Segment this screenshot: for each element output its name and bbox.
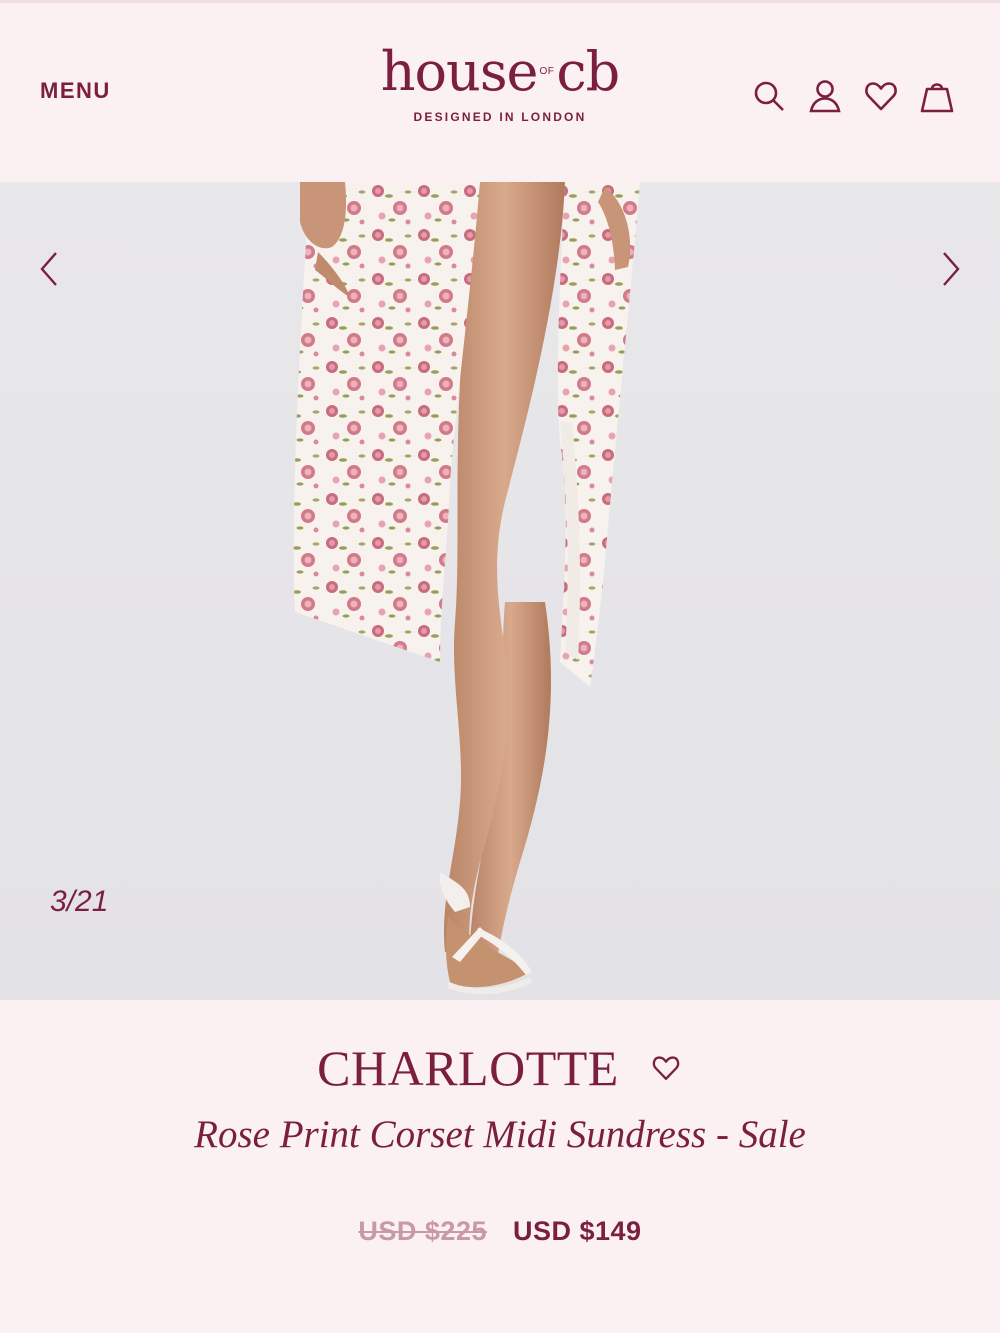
add-to-wishlist-button[interactable] bbox=[649, 1051, 683, 1085]
wishlist-heart-icon[interactable] bbox=[862, 77, 900, 115]
chevron-left-icon bbox=[40, 252, 57, 286]
original-price: USD $225 bbox=[358, 1216, 487, 1246]
heart-icon bbox=[652, 1056, 680, 1080]
product-name: CHARLOTTE bbox=[317, 1040, 619, 1096]
product-title-row: CHARLOTTE bbox=[0, 1038, 1000, 1098]
account-icon[interactable] bbox=[806, 77, 844, 115]
brand-logo[interactable]: house OFcb DESIGNED IN LONDON bbox=[340, 41, 660, 133]
product-image-gallery[interactable]: 3/21 bbox=[0, 182, 1000, 1000]
sale-price: USD $149 bbox=[513, 1216, 642, 1246]
price-block: USD $225 USD $149 bbox=[0, 1216, 1000, 1247]
image-counter: 3/21 bbox=[50, 885, 109, 918]
site-header: MENU house OFcb DESIGNED IN LONDON bbox=[0, 3, 1000, 182]
menu-button[interactable]: MENU bbox=[40, 78, 111, 104]
shopping-bag-icon[interactable] bbox=[918, 77, 956, 115]
next-image-button[interactable] bbox=[930, 247, 970, 291]
logo-tagline: DESIGNED IN LONDON bbox=[413, 110, 587, 124]
previous-image-button[interactable] bbox=[30, 247, 70, 291]
product-photo bbox=[0, 182, 1000, 1000]
search-icon[interactable] bbox=[750, 77, 788, 115]
logo-wordmark: house OFcb bbox=[380, 40, 620, 103]
product-subtitle: Rose Print Corset Midi Sundress - Sale bbox=[194, 1113, 806, 1156]
chevron-right-icon bbox=[943, 252, 960, 286]
header-icons bbox=[750, 76, 956, 116]
